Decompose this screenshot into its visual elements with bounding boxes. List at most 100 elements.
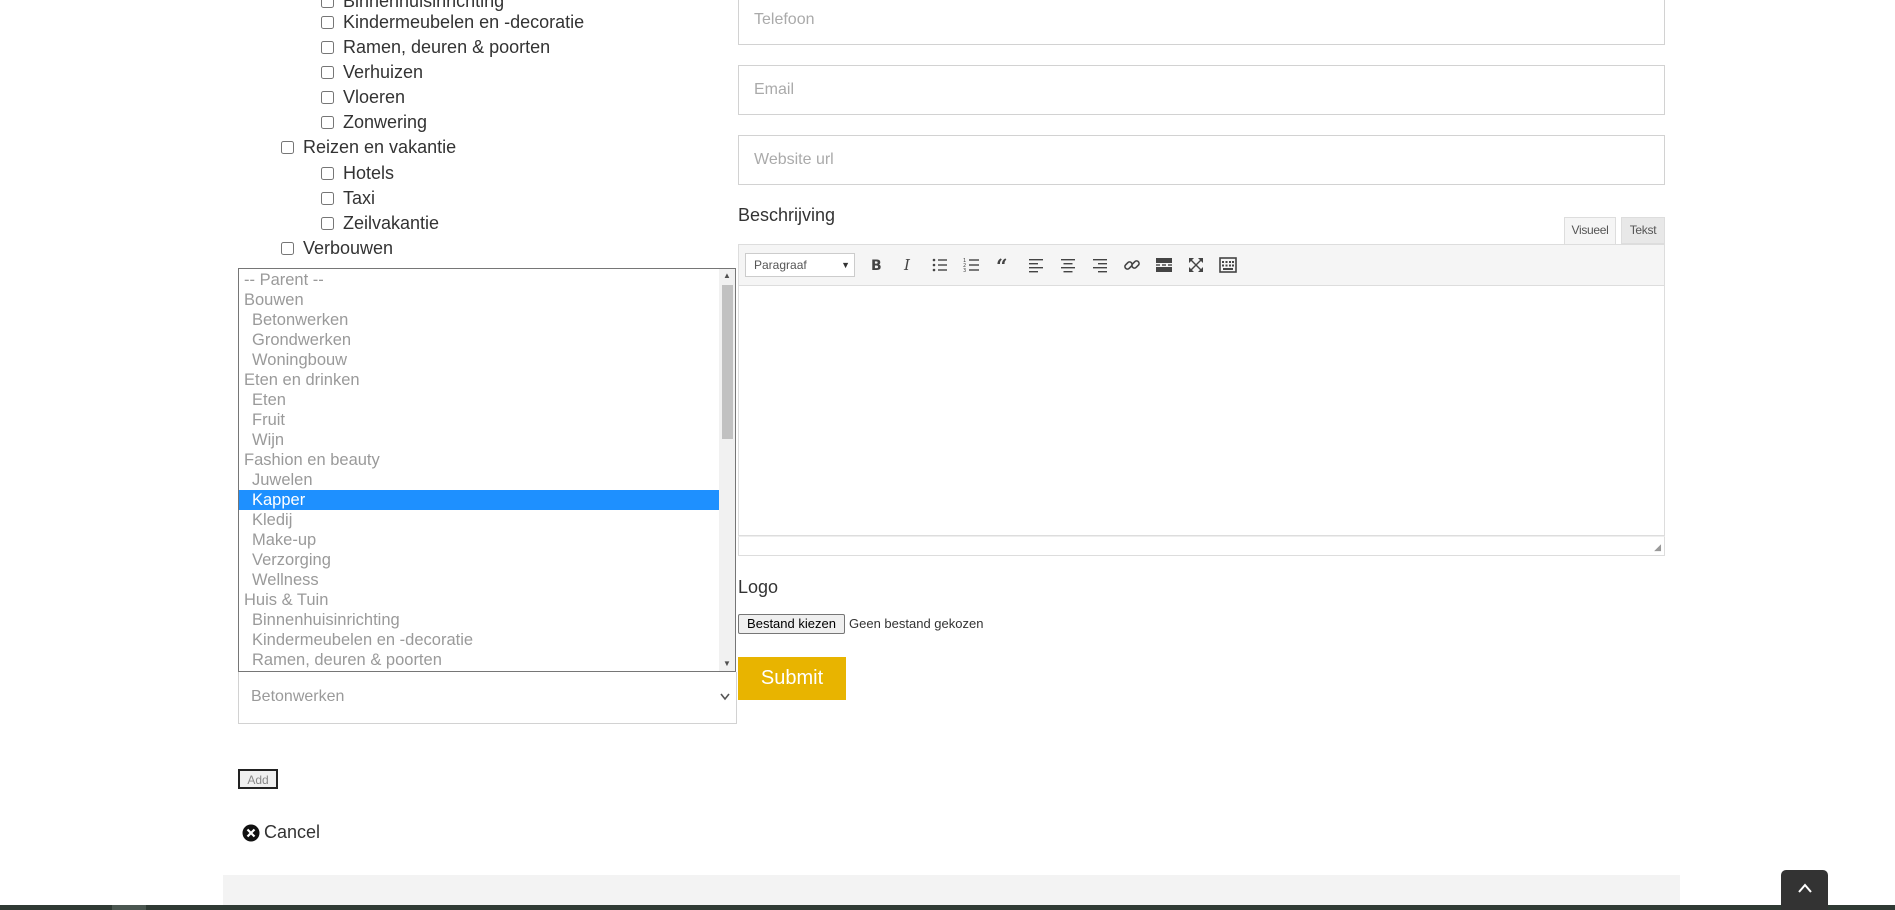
category-label: Verbouwen [303,238,394,258]
bottom-bar [0,905,1895,910]
category-item[interactable]: Vloeren [321,87,405,108]
dropdown-option[interactable]: Eten [239,390,720,410]
parent-dropdown-list[interactable]: -- Parent -- Bouwen Betonwerken Grondwer… [238,268,736,672]
dropdown-option[interactable]: Grondwerken [239,330,720,350]
dropdown-option[interactable]: Huis & Tuin [239,590,720,610]
tab-visueel[interactable]: Visueel [1564,217,1616,244]
scroll-up-arrow-icon[interactable]: ▲ [719,269,735,283]
category-item[interactable]: Binnenhuisinrichting [321,0,504,12]
dropdown-option[interactable]: Make-up [239,530,720,550]
svg-text:3: 3 [963,268,966,274]
dropdown-option[interactable]: Wellness [239,570,720,590]
link-icon[interactable] [1121,254,1143,276]
telefoon-field[interactable]: Telefoon [738,0,1665,45]
dropdown-option[interactable]: Eten en drinken [239,370,720,390]
choose-file-button[interactable]: Bestand kiezen [738,614,845,634]
dropdown-option[interactable]: Fashion en beauty [239,450,720,470]
scroll-down-arrow-icon[interactable]: ▼ [719,657,735,671]
dropdown-option[interactable]: Woningbouw [239,350,720,370]
editor-content-area[interactable] [738,286,1665,536]
category-item[interactable]: Zeilvakantie [321,213,439,234]
dropdown-option[interactable]: Juwelen [239,470,720,490]
parent-select-value: Betonwerken [251,688,345,705]
dropdown-option[interactable]: Kledij [239,510,720,530]
category-label: Zeilvakantie [343,213,440,233]
bullet-list-icon[interactable] [929,254,951,276]
svg-text:I: I [903,256,911,274]
category-label: Vloeren [343,87,406,107]
format-select[interactable]: Paragraaf ▼ [745,253,855,277]
bold-icon[interactable]: B [865,254,887,276]
website-url-field[interactable]: Website url [738,135,1665,185]
tab-tekst[interactable]: Tekst [1621,217,1665,244]
dropdown-option[interactable]: Binnenhuisinrichting [239,610,720,630]
category-checkbox[interactable] [281,141,294,154]
cancel-label: Cancel [264,822,321,842]
category-item[interactable]: Verbouwen [281,238,393,259]
category-item[interactable]: Verhuizen [321,62,423,83]
add-button[interactable]: Add [238,769,278,789]
category-checkbox[interactable] [321,0,334,8]
fullscreen-icon[interactable] [1185,254,1207,276]
scroll-to-top-button[interactable] [1781,870,1828,910]
category-item[interactable]: Hotels [321,163,394,184]
beschrijving-label: Beschrijving [738,205,836,225]
dropdown-option[interactable]: Wijn [239,430,720,450]
category-label: Taxi [343,188,376,208]
category-checkbox[interactable] [321,116,334,129]
dropdown-option[interactable]: -- Parent -- [239,270,720,290]
dropdown-option[interactable]: Betonwerken [239,310,720,330]
chevron-down-icon [719,672,731,743]
category-item[interactable]: Taxi [321,188,375,209]
parent-select[interactable]: Betonwerken [238,672,737,724]
cancel-link[interactable]: Cancel [242,822,320,843]
email-field[interactable]: Email [738,65,1665,115]
category-checkbox[interactable] [321,91,334,104]
dropdown-option-highlighted[interactable]: Kapper [239,490,720,510]
category-label: Reizen en vakantie [303,137,457,157]
category-label: Ramen, deuren & poorten [343,37,551,57]
category-checkbox[interactable] [281,242,294,255]
bottom-bar-accent [112,905,146,910]
align-right-icon[interactable] [1089,254,1111,276]
align-left-icon[interactable] [1025,254,1047,276]
svg-text:B: B [871,258,882,274]
category-label: Binnenhuisinrichting [343,0,505,11]
submit-button[interactable]: Submit [738,657,846,700]
italic-icon[interactable]: I [897,254,919,276]
editor-toolbar: Paragraaf ▼ B I 123 “ [738,244,1665,286]
dropdown-option[interactable]: Verzorging [239,550,720,570]
category-checkbox[interactable] [321,192,334,205]
svg-text:“: “ [996,256,1008,274]
read-more-icon[interactable] [1153,254,1175,276]
resize-handle-icon[interactable]: ◢ [1654,542,1661,553]
chevron-up-icon [1797,881,1813,899]
category-checkbox[interactable] [321,217,334,230]
category-label: Kindermeubelen en -decoratie [343,12,585,32]
category-item[interactable]: Reizen en vakantie [281,137,456,158]
category-label: Verhuizen [343,62,424,82]
category-item[interactable]: Kindermeubelen en -decoratie [321,12,584,33]
dropdown-option[interactable]: Fruit [239,410,720,430]
align-center-icon[interactable] [1057,254,1079,276]
dropdown-option[interactable]: Bouwen [239,290,720,310]
category-label: Hotels [343,163,395,183]
scrollbar-thumb[interactable] [722,285,733,439]
dropdown-scrollbar[interactable]: ▲ ▼ [719,269,735,671]
dropdown-option[interactable]: Kindermeubelen en -decoratie [239,630,720,650]
numbered-list-icon[interactable]: 123 [961,254,983,276]
category-checkbox[interactable] [321,16,334,29]
email-placeholder: Email [754,81,795,98]
category-checkbox[interactable] [321,41,334,54]
toolbar-toggle-icon[interactable] [1217,254,1239,276]
close-circle-icon [242,824,260,842]
category-item[interactable]: Zonwering [321,112,427,133]
category-checkbox[interactable] [321,66,334,79]
dropdown-option[interactable]: Ramen, deuren & poorten [239,650,720,670]
category-item[interactable]: Ramen, deuren & poorten [321,37,550,58]
category-label: Zonwering [343,112,428,132]
file-status-text: Geen bestand gekozen [849,616,984,631]
category-checkbox[interactable] [321,167,334,180]
blockquote-icon[interactable]: “ [993,254,1015,276]
editor-statusbar: ◢ [738,536,1665,556]
